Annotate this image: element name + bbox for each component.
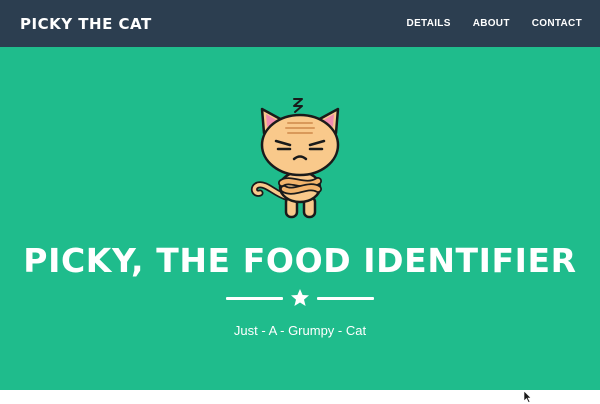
nav-link-about[interactable]: ABOUT <box>473 18 510 29</box>
tagline: Just - A - Grumpy - Cat <box>233 323 367 338</box>
star-icon <box>291 289 309 306</box>
star-divider <box>226 287 374 309</box>
grumpy-cat-illustration <box>250 98 340 219</box>
mouse-cursor-icon <box>523 390 532 403</box>
nav-links: DETAILS ABOUT CONTACT <box>385 18 582 29</box>
masthead: PICKY, THE FOOD IDENTIFIER Just - A - Gr… <box>0 47 600 390</box>
brand-link[interactable]: PICKY THE CAT <box>20 15 152 33</box>
nav-link-details[interactable]: DETAILS <box>407 18 451 29</box>
navbar: PICKY THE CAT DETAILS ABOUT CONTACT <box>0 0 600 47</box>
page-title: PICKY, THE FOOD IDENTIFIER <box>23 241 577 280</box>
divider-line-left <box>226 297 283 300</box>
divider-line-right <box>317 297 374 300</box>
nav-link-contact[interactable]: CONTACT <box>532 18 582 29</box>
